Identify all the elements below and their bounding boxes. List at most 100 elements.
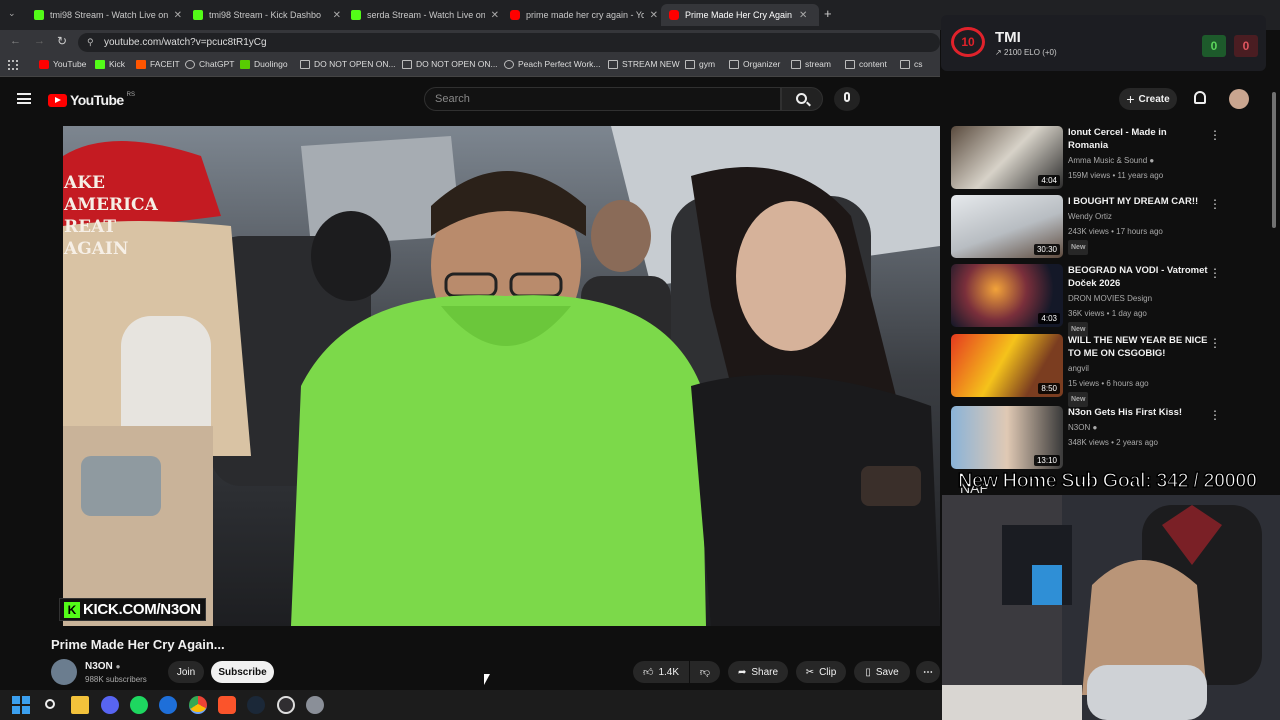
spotify-icon[interactable] — [130, 696, 148, 714]
losses-count: 0 — [1234, 35, 1258, 57]
battle-net-icon[interactable] — [159, 696, 177, 714]
browser-tab[interactable]: tmi98 Stream - Watch Live on K ✕ — [26, 4, 182, 26]
bookmark-item[interactable]: ChatGPT — [185, 59, 234, 69]
bookmark-folder[interactable]: stream — [791, 59, 831, 69]
new-tab-icon[interactable]: + — [824, 6, 832, 21]
folder-icon — [685, 59, 695, 69]
tab-title: tmi98 Stream - Watch Live on K — [50, 10, 168, 20]
bookmark-folder[interactable]: cs — [900, 59, 923, 69]
menu-icon[interactable] — [17, 93, 31, 104]
chrome-icon[interactable] — [189, 696, 207, 714]
close-tab-icon[interactable]: ✕ — [174, 10, 182, 21]
forward-icon[interactable]: → — [34, 35, 45, 47]
browser-tab[interactable]: serda Stream - Watch Live on K ✕ — [343, 4, 499, 26]
more-options-icon[interactable]: ⋮ — [1209, 408, 1221, 422]
more-options-icon[interactable]: ⋮ — [1209, 128, 1221, 142]
recommendation-item[interactable]: 4:04 Ionut Cercel - Made in Romania Amma… — [951, 126, 1231, 190]
bookmark-folder[interactable]: gym — [685, 59, 715, 69]
join-button[interactable]: Join — [168, 661, 204, 683]
bookmark-folder[interactable]: content — [845, 59, 887, 69]
search-button[interactable] — [781, 87, 823, 111]
voice-search-button[interactable] — [834, 87, 860, 111]
video-thumbnail[interactable]: 8:50 — [951, 334, 1063, 397]
account-avatar[interactable] — [1229, 89, 1249, 109]
bookmark-folder[interactable]: STREAM NEW — [608, 59, 680, 69]
more-options-icon[interactable]: ⋮ — [1209, 336, 1221, 350]
apps-grid-icon[interactable] — [8, 60, 18, 70]
bookmark-label: stream — [805, 59, 831, 69]
duration-badge: 30:30 — [1033, 244, 1060, 255]
more-options-icon[interactable]: ⋮ — [1209, 266, 1221, 280]
clip-button[interactable]: ✂ Clip — [796, 661, 846, 683]
browser-tab[interactable]: tmi98 Stream - Kick Dashbo ✕ — [185, 4, 341, 26]
video-player[interactable]: AKE AMERICA REAT AGAIN K KICK.COM/N3ON — [51, 126, 940, 626]
reload-icon[interactable]: ↻ — [57, 34, 67, 48]
like-button[interactable]: 👍︎ 1.4K — [633, 661, 689, 683]
recommendation-title: BEOGRAD NA VODI - Vatromet Doček 2026 — [1068, 265, 1208, 289]
bookmark-item[interactable]: Kick — [95, 59, 125, 69]
brave-icon[interactable] — [218, 696, 236, 714]
more-options-icon[interactable]: ⋮ — [1209, 197, 1221, 211]
browser-tab[interactable]: prime made her cry again - You ✕ — [502, 4, 658, 26]
recommendation-item[interactable]: 8:50 WILL THE NEW YEAR BE NICE TO ME ON … — [951, 334, 1231, 407]
tab-title: Prime Made Her Cry Again — [685, 10, 793, 20]
obs-icon[interactable] — [277, 696, 295, 714]
search-input[interactable]: Search — [424, 87, 781, 111]
address-bar[interactable]: ⚲ youtube.com/watch?v=pcuc8tR1yCg — [78, 33, 940, 52]
video-thumbnail[interactable]: 30:30 — [951, 195, 1063, 258]
bookmark-label: gym — [699, 59, 716, 69]
bookmark-label: Organizer — [743, 59, 781, 69]
bookmark-folder[interactable]: DO NOT OPEN ON... — [300, 59, 396, 69]
bookmark-folder[interactable]: DO NOT OPEN ON... — [402, 59, 498, 69]
video-thumbnail[interactable]: 4:04 — [951, 126, 1063, 189]
bookmark-folder[interactable]: Organizer — [729, 59, 780, 69]
recommendation-item[interactable]: 30:30 I BOUGHT MY DREAM CAR!! Wendy Orti… — [951, 195, 1231, 259]
more-actions-button[interactable]: ⋯ — [916, 661, 940, 683]
video-thumbnail[interactable]: 13:10 — [951, 406, 1063, 469]
youtube-icon — [510, 10, 520, 20]
kick-icon — [95, 59, 105, 69]
dislike-button[interactable]: 👎︎ — [690, 661, 720, 683]
save-button[interactable]: ▯ Save — [854, 661, 910, 683]
bookmark-item[interactable]: YouTube — [39, 59, 86, 69]
channel-name[interactable]: N3ON ● — [85, 661, 120, 672]
site-info-icon[interactable]: ⚲ — [87, 33, 94, 52]
recommendation-item[interactable]: 4:03 BEOGRAD NA VODI - Vatromet Doček 20… — [951, 264, 1231, 337]
create-button[interactable]: + Create — [1119, 88, 1177, 110]
bookmark-label: DO NOT OPEN ON... — [314, 59, 396, 69]
file-explorer-icon[interactable] — [71, 696, 89, 714]
windows-start-icon[interactable] — [12, 696, 30, 714]
tab-list-chevron-icon[interactable]: ⌄ — [8, 8, 16, 19]
back-icon[interactable]: ← — [10, 35, 21, 47]
notifications-bell-icon[interactable] — [1194, 91, 1206, 104]
duration-badge: 8:50 — [1038, 383, 1060, 394]
subscribe-button[interactable]: Subscribe — [211, 661, 274, 683]
recommendation-meta: 159M views • 11 years ago — [1068, 171, 1164, 180]
close-tab-icon[interactable]: ✕ — [799, 10, 807, 21]
video-thumbnail[interactable]: 4:03 — [951, 264, 1063, 327]
bookmark-item[interactable]: Duolingo — [240, 59, 288, 69]
youtube-logo[interactable]: YouTube RS — [48, 92, 135, 108]
elo-readout: ↗ 2100 ELO (+0) — [995, 48, 1057, 57]
bookmark-item[interactable]: Peach Perfect Work... — [504, 59, 601, 69]
taskbar-search-icon[interactable] — [42, 696, 60, 714]
discord-icon[interactable] — [101, 696, 119, 714]
close-tab-icon[interactable]: ✕ — [491, 10, 499, 21]
mute-tab-icon[interactable]: ✕ — [333, 10, 341, 21]
channel-avatar[interactable] — [51, 659, 77, 685]
bookmark-item[interactable]: FACEIT — [136, 59, 180, 69]
verified-icon: ● — [1149, 156, 1155, 165]
page-scrollbar[interactable] — [1272, 92, 1276, 228]
kick-icon — [351, 10, 361, 20]
microphone-icon — [844, 92, 850, 102]
recommendation-item[interactable]: 13:10 N3on Gets His First Kiss! N3ON ● 3… — [951, 406, 1231, 470]
browser-tab-active[interactable]: Prime Made Her Cry Again ✕ — [661, 4, 819, 26]
settings-gear-icon[interactable] — [306, 696, 324, 714]
share-icon: ➦ — [737, 666, 747, 678]
faceit-icon — [136, 59, 146, 69]
close-tab-icon[interactable]: ✕ — [650, 10, 658, 21]
player-name: TMI — [995, 29, 1021, 46]
steam-icon[interactable] — [247, 696, 265, 714]
share-button[interactable]: ➦ Share — [728, 661, 788, 683]
verified-icon: ● — [115, 662, 121, 671]
